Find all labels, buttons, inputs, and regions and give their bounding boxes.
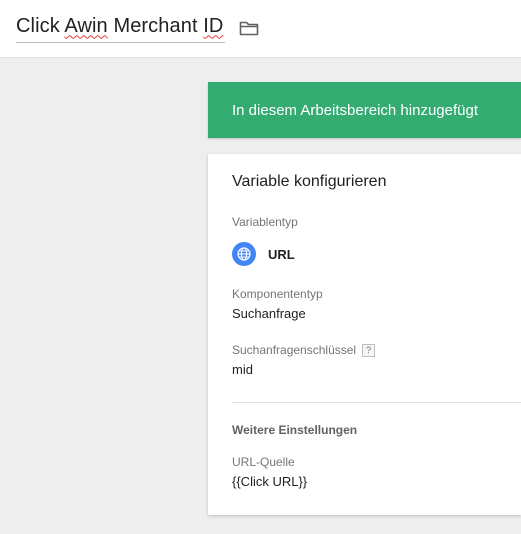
variable-type-label: Variablentyp [232, 215, 298, 229]
title-text-4: ID [203, 14, 224, 37]
folder-icon[interactable] [239, 19, 261, 37]
url-source-label: URL-Quelle [232, 455, 295, 469]
variable-type-value: URL [268, 246, 295, 262]
url-source-value: {{Click URL}} [232, 474, 308, 489]
query-key-label-row: Suchanfragenschlüssel? [232, 343, 376, 357]
component-type-label: Komponententyp [232, 287, 323, 301]
globe-icon [232, 242, 256, 266]
title-text-3: Merchant [107, 14, 204, 37]
added-to-workspace-banner: In diesem Arbeitsbereich hinzugefügt [208, 82, 521, 138]
query-key-value: mid [232, 362, 253, 377]
variable-name-field[interactable]: Click Awin Merchant ID [16, 14, 226, 43]
top-bar: Click Awin Merchant ID [0, 0, 521, 58]
title-text-1: Click [16, 14, 65, 37]
card-title: Variable konfigurieren [232, 173, 387, 190]
divider [232, 402, 521, 403]
variable-type-row: URL [232, 242, 295, 266]
component-type-value: Suchanfrage [232, 306, 306, 321]
variable-configuration-card[interactable]: Variable konfigurieren Variablentyp URL … [208, 154, 521, 515]
banner-text: In diesem Arbeitsbereich hinzugefügt [232, 101, 478, 119]
title-text-2: Awin [64, 14, 108, 37]
more-settings-heading: Weitere Einstellungen [232, 423, 358, 437]
title-area: Click Awin Merchant ID [16, 12, 261, 44]
query-key-label: Suchanfragenschlüssel [232, 343, 357, 357]
help-icon[interactable]: ? [362, 344, 376, 357]
